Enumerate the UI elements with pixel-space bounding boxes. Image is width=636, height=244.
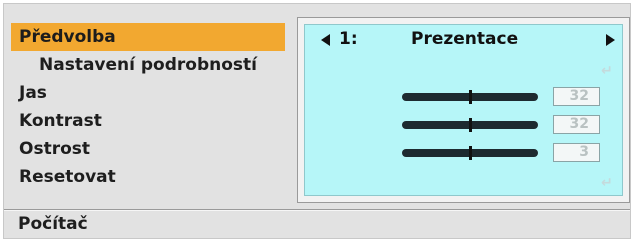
- sharpness-slider[interactable]: [402, 146, 538, 160]
- settings-panel-frame: 1: Prezentace ↵ 32 32 3 ↵: [297, 17, 630, 203]
- contrast-slider-thumb[interactable]: [469, 118, 472, 132]
- brightness-slider[interactable]: [402, 90, 538, 104]
- menu-item-kontrast[interactable]: Kontrast: [11, 107, 285, 135]
- sharpness-value: 3: [553, 143, 600, 162]
- input-source-label: Počítač: [18, 214, 88, 234]
- contrast-slider[interactable]: [402, 118, 538, 132]
- menu-item-jas[interactable]: Jas: [11, 79, 285, 107]
- menu-item-nastaveni-podrobnosti[interactable]: Nastavení podrobností: [11, 51, 285, 79]
- settings-panel: 1: Prezentace ↵ 32 32 3 ↵: [304, 24, 623, 196]
- enter-icon[interactable]: ↵: [601, 63, 613, 79]
- triangle-right-icon[interactable]: [606, 34, 615, 46]
- preset-number: 1:: [339, 29, 358, 49]
- contrast-value: 32: [553, 115, 600, 134]
- menu-item-resetovat[interactable]: Resetovat: [11, 163, 285, 191]
- menu-item-predvolba[interactable]: Předvolba: [11, 23, 285, 51]
- sharpness-slider-thumb[interactable]: [469, 146, 472, 160]
- menu-item-ostrost[interactable]: Ostrost: [11, 135, 285, 163]
- brightness-slider-thumb[interactable]: [469, 90, 472, 104]
- footer-divider-highlight: [4, 210, 630, 211]
- preset-name[interactable]: Prezentace: [411, 29, 518, 49]
- osd-menu-window: Předvolba Nastavení podrobností Jas Kont…: [3, 3, 631, 239]
- triangle-left-icon[interactable]: [321, 34, 330, 46]
- brightness-value: 32: [553, 87, 600, 106]
- picture-menu-list: Předvolba Nastavení podrobností Jas Kont…: [11, 23, 285, 191]
- enter-icon[interactable]: ↵: [601, 175, 613, 191]
